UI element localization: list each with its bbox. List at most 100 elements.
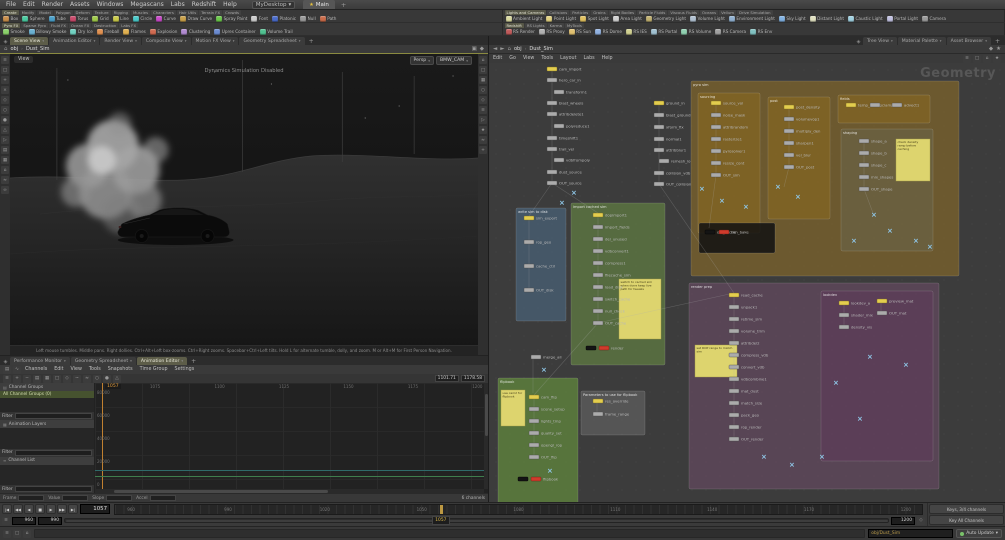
network-node-bypassed[interactable]: × [795, 193, 801, 201]
add-pane-tab-button[interactable]: + [306, 38, 317, 45]
network-node-merge-all[interactable] [530, 354, 542, 360]
network-node-bypassed[interactable]: × [547, 467, 553, 475]
stop-button[interactable]: ■ [35, 504, 45, 515]
view-menu-chip[interactable]: View [14, 56, 34, 63]
playback-range-slider[interactable] [64, 518, 889, 524]
network-node-compress-vdb[interactable] [728, 352, 740, 358]
scale-icon[interactable]: ◇ [1, 96, 9, 104]
network-node-out-cache[interactable] [592, 320, 604, 326]
network-node-collision-vdb[interactable] [653, 170, 665, 176]
network-node-shader-mix[interactable] [838, 312, 850, 318]
pane-link-icon[interactable]: ◈ [2, 38, 9, 45]
shelf-tool-curve[interactable]: Curve [155, 15, 177, 22]
breadcrumb-root[interactable]: obj [514, 46, 522, 52]
pane-tab-animation-editor[interactable]: Animation Editor ▾ [136, 357, 188, 365]
all-channel-groups-item[interactable]: All Channel Groups (0) [0, 391, 94, 398]
shelf-tool-dry-ice[interactable]: Dry Ice [69, 28, 93, 35]
snap-frames-icon[interactable]: △ [113, 374, 121, 383]
network-node-shape-a[interactable] [858, 138, 870, 144]
add-desktop-tab-button[interactable]: + [337, 1, 350, 9]
network-node-bypassed[interactable]: × [871, 211, 877, 219]
network-node-retime-sim[interactable] [728, 316, 740, 322]
persp-view-button[interactable]: Persp ▾ [409, 56, 434, 65]
shelf-tool-grid[interactable]: Grid [91, 15, 109, 22]
network-box-box[interactable] [698, 222, 776, 254]
network-node-vel-blur[interactable] [783, 152, 795, 158]
handles-icon[interactable]: ▷ [1, 136, 9, 144]
network-node-compress1[interactable] [592, 260, 604, 266]
channel-groups-list[interactable] [0, 398, 94, 412]
network-node-rop-geo[interactable] [523, 239, 535, 245]
desktop-tab-main[interactable]: ★ Main [303, 0, 335, 9]
jump-to-end-button[interactable]: ▶| [68, 504, 78, 515]
network-node-blast-ground[interactable] [653, 112, 665, 118]
shelf-tool-upres-container[interactable]: Upres Container [213, 28, 256, 35]
network-node-del-unused[interactable] [592, 236, 604, 242]
network-node-bypassed[interactable]: × [833, 379, 839, 387]
pane-tab-performance-monitor[interactable]: Performance Monitor ▾ [10, 357, 70, 365]
add-view-icon[interactable]: + [479, 146, 487, 154]
pane-tab-motion-fx-view[interactable]: Motion FX View ▾ [191, 37, 239, 45]
network-node-pyrosolver1[interactable] [710, 148, 722, 154]
menu-redshift[interactable]: Redshift [189, 1, 219, 8]
shelf-tool-draw-curve[interactable]: Draw Curve [179, 15, 213, 22]
network-node-attribdelete1[interactable] [546, 111, 558, 117]
network-node-out-sim[interactable] [710, 172, 722, 178]
network-node-bypassed[interactable]: × [775, 183, 781, 191]
snap-icon[interactable]: ● [1, 116, 9, 124]
persistent-options-icon[interactable]: ∞ [1, 186, 9, 194]
shelf-tool-rs-render[interactable]: RS Render [505, 28, 536, 35]
network-node-bypassed[interactable]: × [867, 353, 873, 361]
shelf-tool-platonic[interactable]: Platonic [271, 15, 297, 22]
shelf-tool-sphere[interactable]: Sphere [21, 15, 45, 22]
network-node-out-render[interactable] [728, 436, 740, 442]
shelf-tool-caustic-light[interactable]: Caustic Light [847, 15, 884, 22]
pane-tab-composite-view[interactable]: Composite View ▾ [141, 37, 191, 45]
flatten-icon[interactable]: ≈ [1, 176, 9, 184]
network-node-bypassed[interactable]: × [851, 237, 857, 245]
network-node-vdbcombine1[interactable] [728, 376, 740, 382]
network-node-lights-tmp[interactable] [528, 418, 540, 424]
graph-menu-icon[interactable]: ≡ [3, 374, 11, 383]
shelf-tool-flames[interactable]: Flames [122, 28, 146, 35]
network-node-k[interactable] [517, 476, 529, 482]
network-node-mat-dust[interactable] [728, 388, 740, 394]
pane-tab-geometry-spreadsheet[interactable]: Geometry Spreadsheet ▾ [70, 357, 136, 365]
network-node-density-vis[interactable] [838, 324, 850, 330]
footer-field-input[interactable] [106, 495, 133, 501]
box-select-icon[interactable]: □ [53, 374, 61, 383]
shelf-tool-line[interactable]: Line [112, 15, 130, 22]
key-all-channels-button[interactable]: Key All Channels [929, 515, 1004, 525]
shelf-tool-rs-dome[interactable]: RS Dome [594, 28, 623, 35]
camera-icon[interactable]: ▣ [472, 46, 477, 52]
shelf-tool-torus[interactable]: Torus [69, 15, 89, 22]
network-node-pack-geo[interactable] [728, 412, 740, 418]
network-node-multiply-den[interactable] [783, 128, 795, 134]
network-node-bypassed[interactable]: × [719, 197, 725, 205]
network-node-bypassed[interactable]: × [789, 461, 795, 469]
menu-labs[interactable]: Labs [168, 1, 188, 8]
shelf-tool-rs-env[interactable]: RS Env [749, 28, 773, 35]
play-reverse-button[interactable]: ◀◀ [13, 504, 23, 515]
network-node-read-cache[interactable] [728, 292, 740, 298]
network-node-xform-fix[interactable] [653, 124, 665, 130]
snapshot-icon[interactable]: ★ [479, 126, 487, 134]
viewport-canvas[interactable]: View Dynamics Simulation Disabled Persp … [10, 54, 478, 355]
frame-all-icon[interactable]: ⌂ [479, 56, 487, 64]
shelf-tool-point-light[interactable]: Point Light [545, 15, 577, 22]
network-node-filecache-sim[interactable] [592, 272, 604, 278]
network-node-rasterize1[interactable] [710, 136, 722, 142]
select-icon[interactable]: □ [1, 66, 9, 74]
netmenu-edit[interactable]: Edit [493, 56, 502, 61]
network-node-out-post[interactable] [783, 164, 795, 170]
footer-field-input[interactable] [18, 495, 45, 501]
network-node-advect1[interactable] [891, 102, 903, 108]
network-node-k[interactable] [585, 345, 597, 351]
network-node-attribblur1[interactable] [653, 147, 665, 153]
network-box-lookdev[interactable] [820, 290, 934, 462]
netmenu-labs[interactable]: Labs [583, 56, 594, 61]
home-icon[interactable]: ⌂ [4, 46, 8, 52]
channels-icon[interactable]: ▤ [3, 365, 11, 374]
network-node-bypassed[interactable]: × [699, 185, 705, 193]
channel-list-filter-input[interactable] [14, 486, 92, 492]
